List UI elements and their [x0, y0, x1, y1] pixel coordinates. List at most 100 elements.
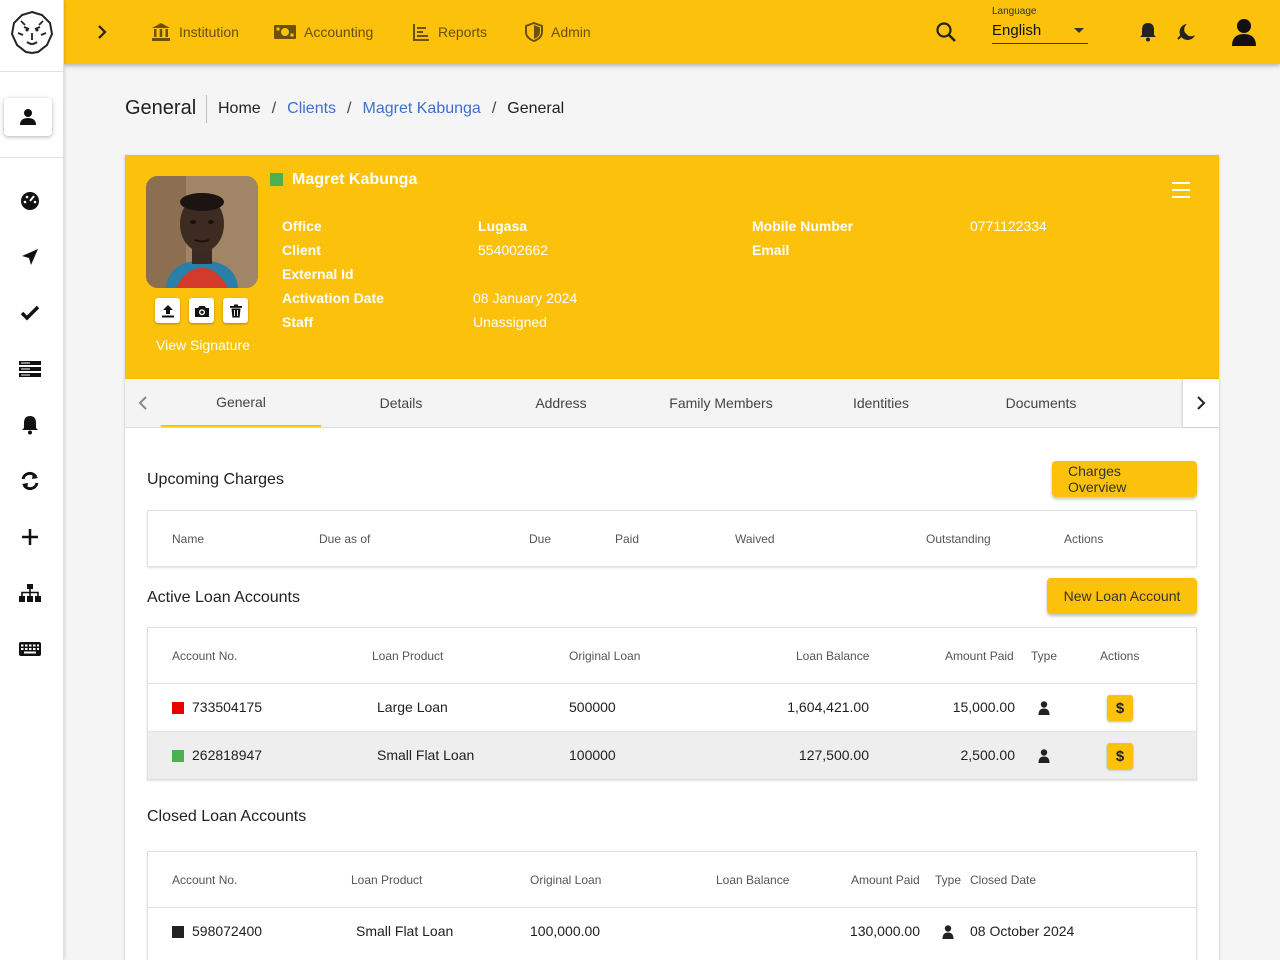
dropdown-caret-icon	[1074, 28, 1084, 33]
column-header: Amount Paid	[851, 873, 920, 887]
individual-type-icon	[1038, 749, 1050, 763]
breadcrumb-home[interactable]: Home	[218, 100, 261, 118]
column-header: Closed Date	[970, 873, 1037, 887]
delete-photo-button[interactable]	[223, 298, 248, 323]
list-icon[interactable]	[19, 358, 41, 380]
table-row[interactable]: 262818947 Small Flat Loan 100000 127,500…	[148, 731, 1196, 779]
active-loans-title: Active Loan Accounts	[147, 589, 300, 606]
dark-mode-icon[interactable]	[1174, 20, 1198, 44]
client-actions-menu-icon[interactable]	[1172, 182, 1190, 198]
tab-identities[interactable]: Identities	[801, 379, 961, 427]
charges-overview-button[interactable]: Charges Overview	[1052, 461, 1197, 497]
menu-admin-label: Admin	[551, 24, 591, 40]
activation-date-value: 08 January 2024	[473, 290, 578, 306]
upload-photo-button[interactable]	[155, 298, 180, 323]
mobile-number-label: Mobile Number	[752, 218, 854, 234]
original-loan: 100,000.00	[530, 923, 601, 939]
loan-product: Large Loan	[377, 699, 448, 715]
account-number[interactable]: 733504175	[192, 699, 262, 715]
client-tabs: General Details Address Family Members I…	[125, 379, 1219, 428]
loan-balance: 127,500.00	[798, 747, 869, 763]
title-divider	[206, 95, 207, 123]
menu-reports-label: Reports	[438, 24, 488, 40]
search-icon[interactable]	[934, 20, 958, 44]
individual-type-icon	[1038, 701, 1050, 715]
column-header: Original Loan	[530, 873, 602, 887]
individual-type-icon	[942, 925, 954, 939]
profile-button[interactable]	[4, 98, 52, 136]
rail-divider	[0, 157, 64, 158]
new-loan-account-button[interactable]: New Loan Account	[1047, 578, 1197, 614]
tab-details[interactable]: Details	[321, 379, 481, 427]
loan-status-indicator	[172, 926, 184, 938]
tabs-scroll-left[interactable]	[125, 379, 161, 427]
closed-date: 08 October 2024	[970, 923, 1075, 939]
language-label: Language	[992, 6, 1037, 17]
bell-icon[interactable]	[19, 414, 41, 436]
menu-reports[interactable]: Reports	[412, 0, 487, 64]
tab-family-members[interactable]: Family Members	[641, 379, 801, 427]
loan-status-indicator	[172, 750, 184, 762]
sitemap-icon[interactable]	[19, 582, 41, 604]
client-photo	[146, 176, 258, 288]
client-id-value: 554002662	[478, 242, 549, 258]
top-bar: Institution Accounting Reports Admin Lan…	[64, 0, 1280, 64]
add-icon[interactable]	[19, 526, 41, 548]
breadcrumb: Home / Clients / Magret Kabunga / Genera…	[218, 100, 564, 118]
menu-institution-label: Institution	[179, 24, 239, 40]
sync-icon[interactable]	[19, 470, 41, 492]
table-row[interactable]: 733504175 Large Loan 500000 1,604,421.00…	[148, 683, 1196, 731]
dashboard-icon[interactable]	[19, 190, 41, 212]
trash-icon	[229, 304, 242, 317]
side-rail	[0, 0, 64, 960]
camera-icon	[194, 305, 209, 317]
menu-accounting-label: Accounting	[304, 24, 374, 40]
lion-logo-icon[interactable]	[9, 9, 55, 55]
make-repayment-button[interactable]: $	[1107, 743, 1133, 769]
photo-actions	[155, 298, 248, 323]
view-signature-link[interactable]: View Signature	[156, 337, 250, 353]
capture-photo-button[interactable]	[189, 298, 214, 323]
breadcrumb-separator: /	[491, 100, 497, 117]
tab-address[interactable]: Address	[481, 379, 641, 427]
notifications-bell-icon[interactable]	[1136, 20, 1160, 44]
column-header: Actions	[1100, 649, 1140, 663]
column-header: Loan Balance	[716, 873, 790, 887]
menu-institution[interactable]: Institution	[151, 0, 239, 64]
make-repayment-button[interactable]: $	[1107, 695, 1133, 721]
shield-icon	[525, 22, 543, 42]
reports-icon	[413, 24, 429, 41]
language-value: English	[992, 22, 1088, 44]
upcoming-charges-title: Upcoming Charges	[147, 471, 284, 488]
breadcrumb-clients[interactable]: Clients	[287, 100, 336, 118]
account-icon[interactable]	[1230, 18, 1258, 46]
bank-icon	[152, 23, 170, 41]
user-icon	[20, 109, 36, 125]
chevron-right-icon	[1197, 396, 1206, 410]
office-label: Office	[282, 218, 322, 234]
account-number[interactable]: 598072400	[192, 923, 262, 939]
table-row[interactable]: 598072400 Small Flat Loan 100,000.00 130…	[148, 907, 1196, 955]
client-name: Magret Kabunga	[292, 171, 418, 188]
navigate-icon[interactable]	[19, 246, 41, 268]
original-loan: 100000	[569, 747, 616, 763]
language-select[interactable]: Language English	[992, 6, 1088, 44]
keyboard-icon[interactable]	[19, 638, 41, 660]
breadcrumb-client[interactable]: Magret Kabunga	[363, 100, 481, 118]
activation-date-label: Activation Date	[282, 290, 384, 306]
client-banner: View Signature Magret Kabunga Office Lug…	[125, 155, 1219, 379]
check-icon[interactable]	[19, 302, 41, 324]
menu-admin[interactable]: Admin	[525, 0, 591, 64]
account-number[interactable]: 262818947	[192, 747, 262, 763]
tab-general[interactable]: General	[161, 379, 321, 427]
chevron-left-icon	[138, 396, 147, 410]
closed-loans-table: Account No. Loan Product Original Loan L…	[147, 851, 1197, 960]
client-portrait-image	[146, 176, 258, 288]
loan-status-indicator	[172, 702, 184, 714]
menu-accounting[interactable]: Accounting	[274, 0, 373, 64]
column-header: Account No.	[172, 873, 238, 887]
tab-documents[interactable]: Documents	[961, 379, 1121, 427]
tabs-scroll-right[interactable]	[1183, 379, 1219, 427]
chevron-right-icon[interactable]	[92, 22, 112, 42]
upcoming-charges-table: Name Due as of Due Paid Waived Outstandi…	[147, 510, 1197, 567]
